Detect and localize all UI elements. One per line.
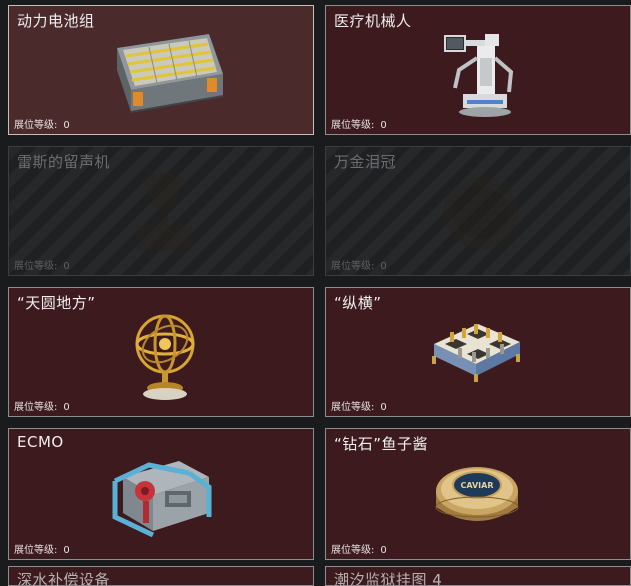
ecmo-machine-icon [112,461,212,538]
collection-card-locked[interactable]: 万金泪冠 展位等级: 0 [325,146,631,276]
collection-card[interactable]: “钻石”鱼子酱 CAVIAR 展位等级: 0 [325,428,631,560]
collection-card[interactable]: 动力电池组 展位等级: 0 [8,5,314,135]
booth-level: 展位等级: 0 [14,402,70,413]
card-title: 深水补偿设备 [17,571,111,586]
booth-level: 展位等级: 0 [14,120,70,131]
medical-robot-icon [444,34,514,117]
collection-grid: 动力电池组 展位等级: 0 医疗机械人 展位等级: 0 雷斯的留声机 展位等级:… [0,0,631,586]
card-title: “钻石”鱼子酱 [334,435,429,453]
collection-card-partial[interactable]: 深水补偿设备 [8,566,314,586]
chess-board-icon [432,324,520,382]
svg-text:CAVIAR: CAVIAR [460,481,493,490]
collection-card-locked[interactable]: 雷斯的留声机 展位等级: 0 [8,146,314,276]
booth-level: 展位等级: 0 [14,261,70,272]
card-title: 医疗机械人 [334,12,412,30]
battery-pack-icon [117,34,224,113]
booth-level: 展位等级: 0 [331,545,387,556]
card-title: 动力电池组 [17,12,95,30]
collection-card[interactable]: “纵横” 展位等级: 0 [325,287,631,417]
booth-level: 展位等级: 0 [331,261,387,272]
phonograph-icon [136,173,192,251]
booth-level: 展位等级: 0 [331,402,387,413]
collection-card-partial[interactable]: 潮汐监狱挂图 4 [325,566,631,586]
crown-icon [443,177,519,249]
booth-level: 展位等级: 0 [14,545,70,556]
card-title: 潮汐监狱挂图 4 [334,571,443,586]
collection-card[interactable]: ECMO 展位等级: 0 [8,428,314,560]
caviar-tin-icon: CAVIAR [435,467,519,521]
card-title: 万金泪冠 [334,153,397,171]
card-title: “纵横” [334,294,382,312]
card-title: ECMO [17,433,64,451]
card-title: 雷斯的留声机 [17,153,111,171]
booth-level: 展位等级: 0 [331,120,387,131]
collection-card[interactable]: 医疗机械人 展位等级: 0 [325,5,631,135]
collection-card[interactable]: “天圆地方” 展位等级: 0 [8,287,314,417]
armillary-sphere-icon [135,314,195,400]
card-title: “天圆地方” [17,294,96,312]
